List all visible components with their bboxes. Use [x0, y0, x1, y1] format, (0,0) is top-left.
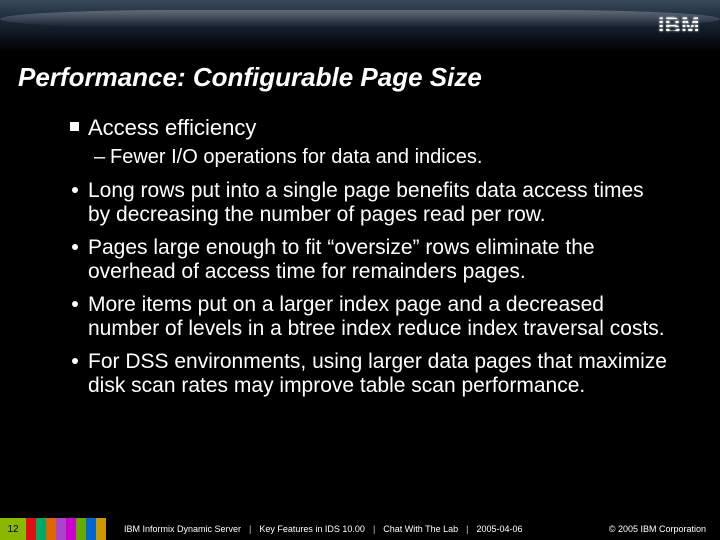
page-number: 12 — [0, 518, 26, 540]
separator-icon: | — [462, 524, 472, 534]
bullet-item: Pages large enough to fit “oversize” row… — [70, 236, 670, 283]
footer-date: 2005-04-06 — [477, 524, 523, 534]
separator-icon: | — [369, 524, 379, 534]
color-stripes — [26, 518, 106, 540]
footer-text: IBM Informix Dynamic Server | Key Featur… — [106, 518, 609, 540]
bullet-item: For DSS environments, using larger data … — [70, 350, 670, 397]
bullet-level1: Access efficiency — [70, 115, 670, 141]
header-bar: IBM — [0, 0, 720, 52]
separator-icon: | — [245, 524, 255, 534]
slide-body: Access efficiency Fewer I/O operations f… — [0, 105, 720, 518]
bullet-item: Long rows put into a single page benefit… — [70, 179, 670, 226]
bullet-item: More items put on a larger index page an… — [70, 293, 670, 340]
ibm-logo: IBM — [658, 13, 700, 39]
slide: IBM Performance: Configurable Page Size … — [0, 0, 720, 540]
footer: 12 IBM Informix Dynamic Server | Key Fea… — [0, 518, 720, 540]
footer-series: Chat With The Lab — [383, 524, 458, 534]
footer-deck: Key Features in IDS 10.00 — [259, 524, 365, 534]
slide-title: Performance: Configurable Page Size — [0, 52, 720, 105]
bullet-level2: Fewer I/O operations for data and indice… — [94, 145, 670, 169]
footer-product: IBM Informix Dynamic Server — [124, 524, 241, 534]
footer-copyright: © 2005 IBM Corporation — [609, 518, 720, 540]
